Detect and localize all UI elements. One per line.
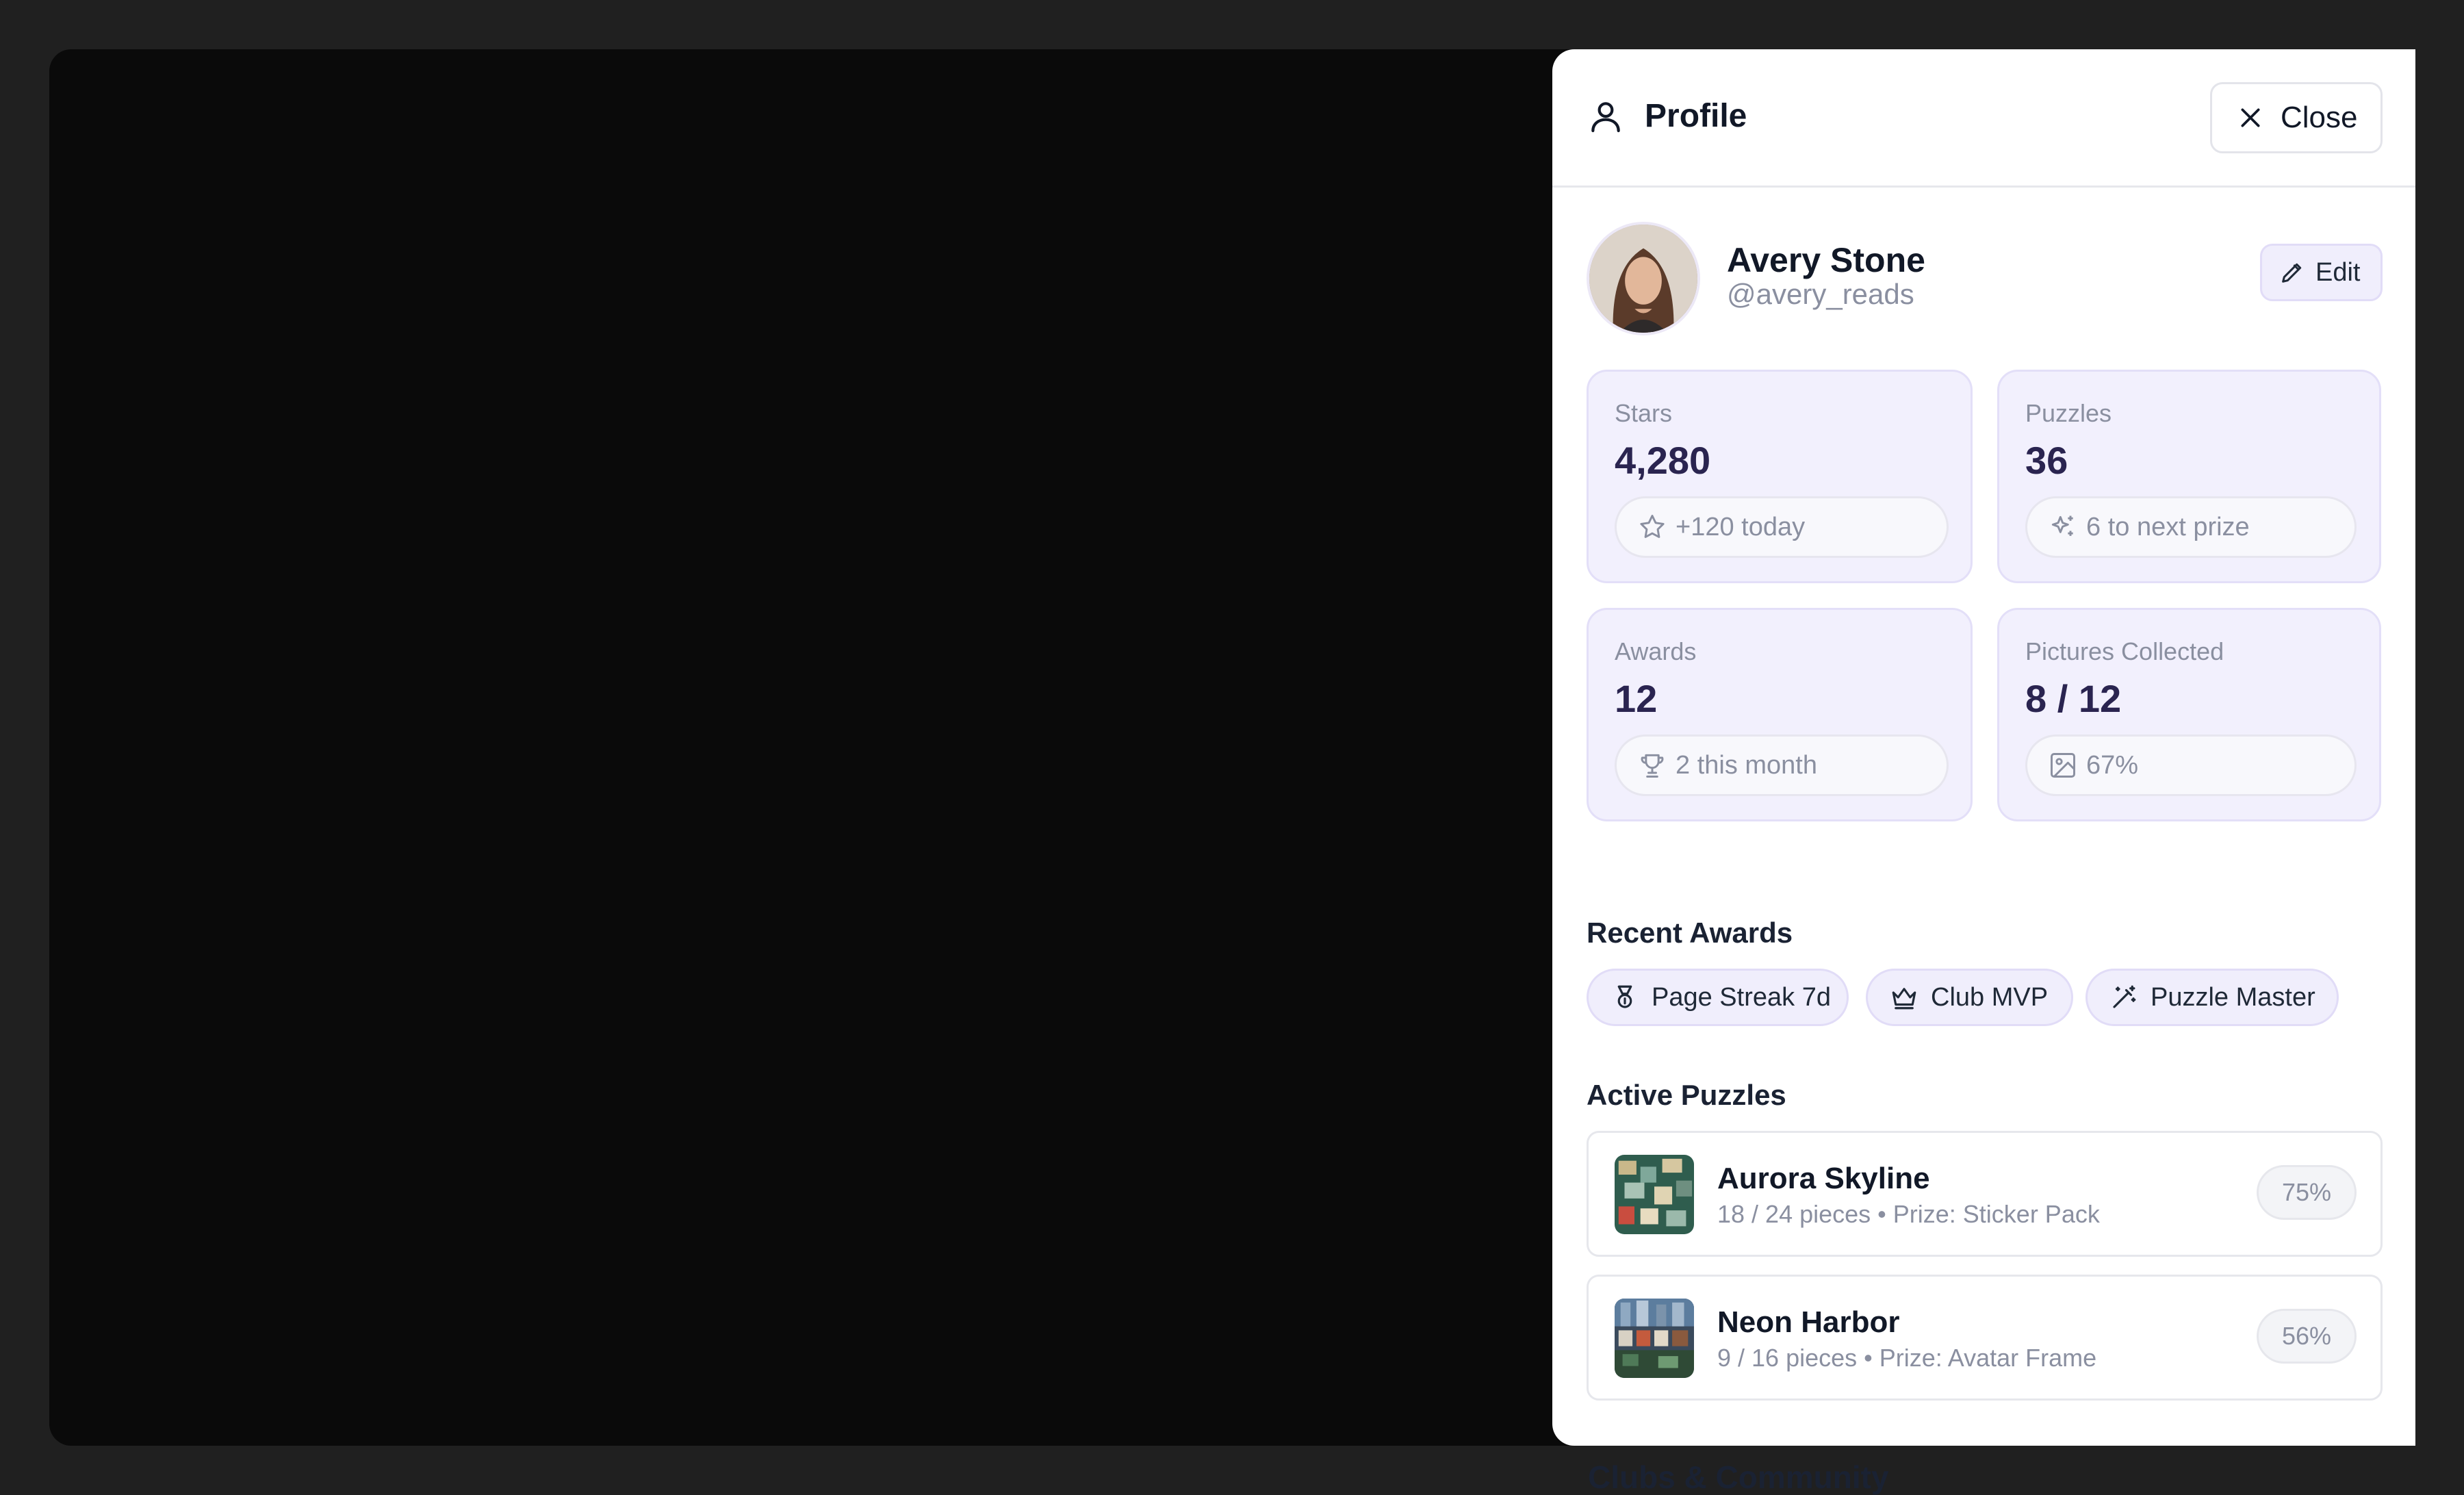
- stat-note: 2 this month: [1676, 750, 1817, 780]
- puzzle-progress-badge: 75%: [2257, 1165, 2357, 1220]
- avatar-portrait: [1589, 225, 1697, 333]
- trophy-icon: [1641, 754, 1664, 778]
- stat-card-awards: Awards 12 2 this month: [1587, 608, 1973, 821]
- puzzle-meta: 9 / 16 pieces • Prize: Avatar Frame: [1717, 1344, 2097, 1372]
- close-icon: [2241, 108, 2260, 127]
- puzzle-thumbnail: [1615, 1155, 1694, 1234]
- recent-awards-heading: Recent Awards: [1587, 917, 1793, 949]
- stat-card-stars: Stars 4,280 +120 today: [1587, 370, 1973, 583]
- puzzle-name: Neon Harbor: [1717, 1305, 1900, 1339]
- edit-profile-button[interactable]: Edit: [2260, 244, 2383, 301]
- stat-label: Pictures Collected: [2025, 637, 2224, 665]
- close-button-label: Close: [2281, 101, 2358, 134]
- stat-value: 36: [2025, 439, 2068, 482]
- award-label: Club MVP: [1931, 982, 2049, 1012]
- stat-label: Puzzles: [2025, 399, 2112, 427]
- panel-title: Profile: [1645, 98, 1747, 134]
- stat-note-chip: +120 today: [1615, 496, 1949, 558]
- award-label: Puzzle Master: [2151, 982, 2315, 1012]
- puzzle-meta: 18 / 24 pieces • Prize: Sticker Pack: [1717, 1200, 2100, 1228]
- puzzle-progress-badge: 56%: [2257, 1309, 2357, 1364]
- puzzle-name: Aurora Skyline: [1717, 1162, 1930, 1195]
- user-handle: @avery_reads: [1727, 278, 1914, 310]
- stat-value: 12: [1615, 677, 1658, 720]
- crown-icon: [1892, 988, 1916, 1010]
- magic-wand-icon: [2113, 985, 2136, 1008]
- pencil-icon: [2282, 263, 2302, 283]
- user-name: Avery Stone: [1727, 241, 1925, 279]
- stat-label: Awards: [1615, 637, 1697, 665]
- puzzle-row-aurora-skyline[interactable]: Aurora Skyline 18 / 24 pieces • Prize: S…: [1587, 1131, 2383, 1257]
- award-pill-club-mvp[interactable]: Club MVP: [1866, 969, 2073, 1026]
- sparkles-icon: [2051, 515, 2073, 536]
- stat-card-puzzles: Puzzles 36 6 to next prize: [1997, 370, 2381, 583]
- stat-note-chip: 67%: [2025, 734, 2357, 796]
- stat-note-chip: 6 to next prize: [2025, 496, 2357, 558]
- active-puzzles-heading: Active Puzzles: [1587, 1079, 1786, 1111]
- award-pill-page-streak[interactable]: Page Streak 7d: [1587, 969, 1849, 1026]
- clubs-community-heading: Clubs & Community: [1588, 1459, 1889, 1495]
- avatar: [1587, 222, 1700, 335]
- medal-icon: [1617, 985, 1632, 1008]
- puzzle-row-neon-harbor[interactable]: Neon Harbor 9 / 16 pieces • Prize: Avata…: [1587, 1275, 2383, 1401]
- award-pill-puzzle-master[interactable]: Puzzle Master: [2086, 969, 2339, 1026]
- image-icon: [2051, 753, 2075, 778]
- stat-value: 8 / 12: [2025, 677, 2122, 720]
- stat-value: 4,280: [1615, 439, 1711, 482]
- star-icon: [1640, 515, 1665, 538]
- stat-label: Stars: [1615, 399, 1673, 427]
- puzzle-thumbnail: [1615, 1299, 1694, 1378]
- stat-note: 67%: [2086, 750, 2139, 780]
- stat-note: +120 today: [1676, 512, 1806, 541]
- stat-note: 6 to next prize: [2086, 512, 2250, 541]
- panel-header: Profile Close: [1552, 49, 2415, 188]
- close-button[interactable]: Close: [2210, 82, 2383, 153]
- profile-panel: Profile Close Avery Stone @avery_reads E…: [1552, 49, 2415, 1446]
- stat-card-pictures: Pictures Collected 8 / 12 67%: [1997, 608, 2381, 821]
- user-icon: [1591, 102, 1620, 133]
- award-label: Page Streak 7d: [1652, 982, 1831, 1012]
- stat-note-chip: 2 this month: [1615, 734, 1949, 796]
- edit-button-label: Edit: [2315, 257, 2361, 287]
